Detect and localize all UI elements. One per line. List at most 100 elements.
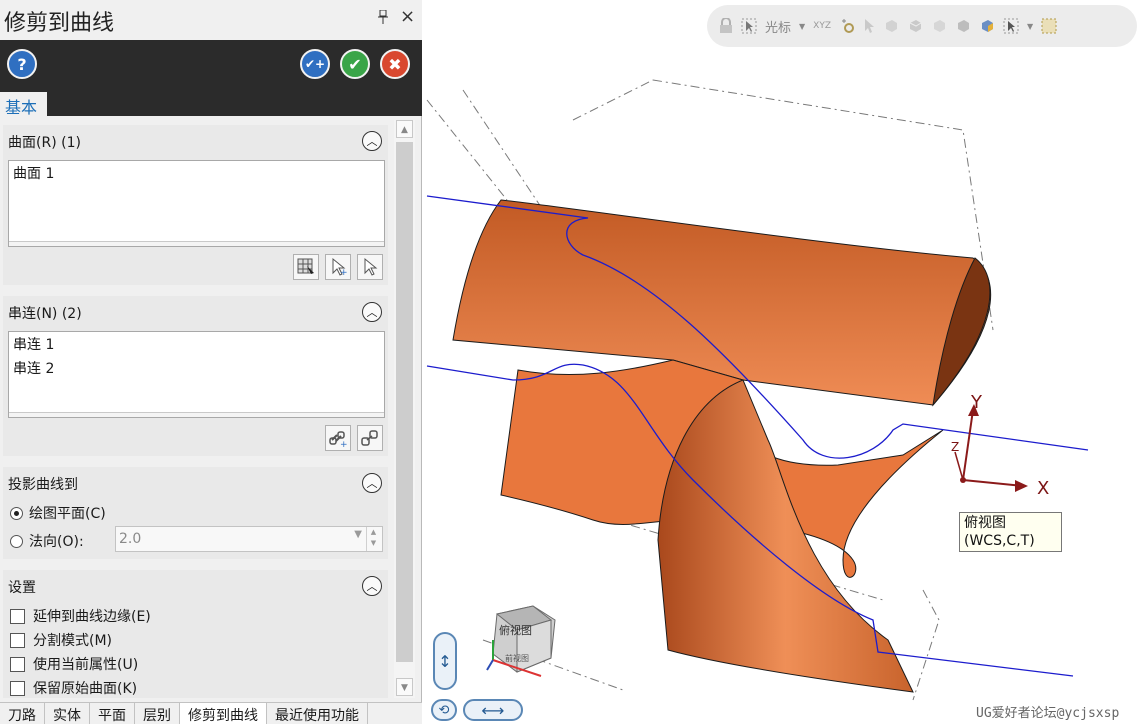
- solid-select-icon[interactable]: [883, 18, 899, 34]
- list-item[interactable]: 串连 2: [9, 356, 384, 380]
- horizontal-pan-icon[interactable]: ⟷: [463, 699, 523, 721]
- surface-group: 曲面(R) (1) ︿ 曲面 1 +: [3, 125, 388, 285]
- rotate-view-icon[interactable]: ⟲: [431, 699, 457, 721]
- cursor-label[interactable]: 光标: [765, 17, 791, 36]
- collapse-projection-icon[interactable]: ︿: [362, 473, 382, 493]
- ok-button[interactable]: ✔: [340, 49, 370, 79]
- xyz-point-icon[interactable]: XYZ: [813, 21, 831, 31]
- normal-distance-field[interactable]: 2.0 ▼ ▲ ▼: [115, 526, 383, 552]
- projection-group: 投影曲线到 ︿ 绘图平面(C) 法向(O): 2.0 ▼ ▲ ▼: [3, 467, 388, 559]
- check-attributes-label: 使用当前属性(U): [33, 657, 139, 673]
- scroll-down-icon[interactable]: ▼: [396, 678, 413, 696]
- svg-text:+: +: [340, 440, 348, 448]
- select-arrow-icon[interactable]: [863, 18, 875, 34]
- settings-group: 设置 ︿ 延伸到曲线边缘(E) 分割模式(M) 使用当前属性(U) 保留原始曲面…: [3, 570, 388, 698]
- apply-button[interactable]: ✔+: [300, 49, 330, 79]
- checkbox-icon[interactable]: [10, 656, 25, 672]
- normal-distance-value: 2.0: [119, 531, 142, 547]
- select-cursor-button[interactable]: [357, 254, 383, 280]
- bottom-tab-bar: 刀路 实体 平面 层别 修剪到曲线 最近使用功能: [0, 702, 422, 724]
- radio-off-icon[interactable]: [10, 534, 23, 548]
- check-split-label: 分割模式(M): [33, 633, 113, 649]
- check-keep-label: 保留原始曲面(K): [33, 681, 138, 697]
- axis-y-label: Y: [971, 392, 982, 413]
- listbox-scrollbar[interactable]: [9, 412, 384, 417]
- edge-select-icon[interactable]: [931, 18, 947, 34]
- settings-group-title: 设置: [8, 580, 36, 596]
- projection-group-title: 投影曲线到: [8, 477, 78, 493]
- viewcube-top-label[interactable]: 俯视图: [499, 622, 532, 638]
- panel-title-bar: 修剪到曲线 ×: [0, 0, 422, 40]
- chain-link-button[interactable]: [357, 425, 383, 451]
- scroll-up-icon[interactable]: ▲: [396, 120, 413, 138]
- tab-trim-to-curve[interactable]: 修剪到曲线: [180, 703, 267, 724]
- check-use-current-attributes[interactable]: 使用当前属性(U): [10, 654, 138, 674]
- viewcube-front-label[interactable]: 前视图: [505, 653, 529, 664]
- panel-scrollbar[interactable]: ▲ ▼: [394, 120, 415, 698]
- color-select-icon[interactable]: [979, 18, 995, 34]
- check-extend-to-edge[interactable]: 延伸到曲线边缘(E): [10, 606, 151, 626]
- list-item[interactable]: 串连 1: [9, 332, 384, 356]
- check-split-mode[interactable]: 分割模式(M): [10, 630, 112, 650]
- radio-normal-label: 法向(O):: [29, 534, 84, 550]
- radio-drawing-plane-label: 绘图平面(C): [29, 506, 106, 522]
- help-button[interactable]: ?: [7, 49, 37, 79]
- dialog-header: ? ✔+ ✔ ✖ 基本: [0, 40, 422, 117]
- grid-select-icon[interactable]: [1041, 18, 1057, 34]
- tab-basic[interactable]: 基本: [0, 92, 47, 117]
- chain-listbox[interactable]: 串连 1 串连 2: [8, 331, 385, 418]
- tooltip-line-2: (WCS,C,T): [964, 533, 1035, 549]
- collapse-surface-icon[interactable]: ︿: [362, 131, 382, 151]
- selection-toolbar: 光标 ▼ XYZ ▼: [707, 5, 1137, 47]
- body-select-icon[interactable]: [955, 18, 971, 34]
- wcs-axis-triad: [954, 404, 1028, 492]
- dialog-title: 修剪到曲线: [4, 11, 115, 36]
- view-tooltip: 俯视图 (WCS,C,T): [959, 512, 1062, 552]
- tooltip-line-1: 俯视图: [964, 515, 1006, 531]
- surface-group-title: 曲面(R) (1): [8, 135, 81, 151]
- add-selection-button[interactable]: +: [325, 254, 351, 280]
- dropdown-arrow-icon[interactable]: ▼: [1027, 22, 1033, 31]
- tab-solids[interactable]: 实体: [45, 703, 90, 724]
- face-select-icon[interactable]: [907, 18, 923, 34]
- spinner-arrows-icon[interactable]: ▲ ▼: [366, 527, 380, 551]
- scrollbar-thumb[interactable]: [396, 142, 413, 662]
- axis-x-label: X: [1037, 478, 1050, 499]
- chain-group: 串连(N) (2) ︿ 串连 1 串连 2 +: [3, 296, 388, 456]
- window-select-icon[interactable]: [1003, 18, 1019, 34]
- tab-levels[interactable]: 层别: [135, 703, 180, 724]
- pin-icon[interactable]: [378, 9, 388, 28]
- checkbox-icon[interactable]: [10, 680, 25, 696]
- graphics-viewport[interactable]: X Y Z 俯视图 (WCS,C,T) 光标 ▼ XYZ ▼ 俯视图 前视图 ↕…: [423, 0, 1137, 724]
- surface-listbox[interactable]: 曲面 1: [8, 160, 385, 247]
- view-cube[interactable]: 俯视图 前视图: [485, 600, 561, 682]
- tab-toolpaths[interactable]: 刀路: [0, 703, 45, 724]
- select-surface-filter-button[interactable]: [293, 254, 319, 280]
- tab-planes[interactable]: 平面: [90, 703, 135, 724]
- radio-drawing-plane[interactable]: 绘图平面(C): [10, 503, 106, 523]
- trim-to-curve-panel: 修剪到曲线 × ? ✔+ ✔ ✖ 基本 曲面(R) (1) ︿ 曲面 1 + 串…: [0, 0, 422, 724]
- axis-z-label: Z: [951, 440, 960, 454]
- radio-normal[interactable]: 法向(O):: [10, 531, 84, 551]
- dropdown-arrow-icon[interactable]: ▼: [354, 529, 362, 540]
- cancel-button[interactable]: ✖: [380, 49, 410, 79]
- tab-recent-functions[interactable]: 最近使用功能: [267, 703, 368, 724]
- checkbox-icon[interactable]: [10, 608, 25, 624]
- listbox-scrollbar[interactable]: [9, 241, 384, 246]
- cursor-select-icon[interactable]: [741, 18, 757, 34]
- add-chain-button[interactable]: +: [325, 425, 351, 451]
- check-keep-original-surface[interactable]: 保留原始曲面(K): [10, 678, 137, 698]
- chain-group-title: 串连(N) (2): [8, 306, 82, 322]
- svg-text:+: +: [340, 268, 348, 277]
- close-panel-icon[interactable]: ×: [400, 6, 415, 27]
- vertical-pan-icon[interactable]: ↕: [433, 632, 457, 690]
- collapse-settings-icon[interactable]: ︿: [362, 576, 382, 596]
- list-item[interactable]: 曲面 1: [9, 161, 384, 185]
- collapse-chain-icon[interactable]: ︿: [362, 302, 382, 322]
- dropdown-arrow-icon[interactable]: ▼: [799, 22, 805, 31]
- lock-icon[interactable]: [719, 18, 733, 34]
- forum-watermark: UG爱好者论坛@ycjsxsp: [976, 706, 1120, 721]
- radio-on-icon[interactable]: [10, 506, 23, 520]
- checkbox-icon[interactable]: [10, 632, 25, 648]
- point-settings-icon[interactable]: [839, 18, 855, 34]
